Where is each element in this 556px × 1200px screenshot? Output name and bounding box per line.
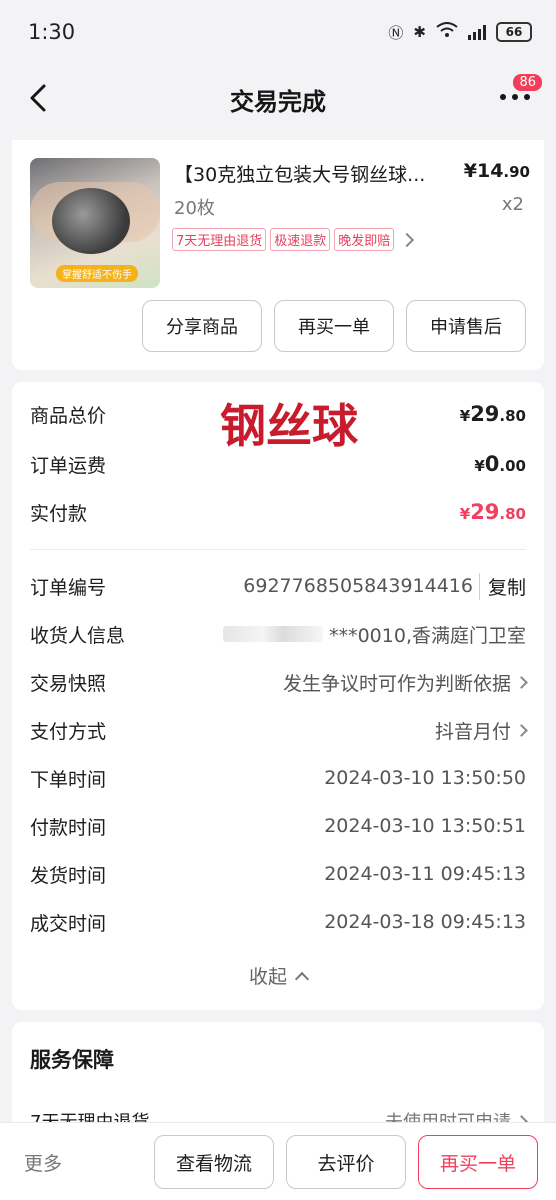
- product-quantity: x2: [501, 194, 524, 215]
- paid-label: 实付款: [30, 502, 88, 525]
- goods-total-value: ¥29.80: [460, 402, 526, 426]
- status-time: 1:30: [28, 20, 76, 44]
- receiver-value: ***0010,香满庭门卫室: [329, 624, 526, 647]
- signal-icon: [468, 24, 486, 40]
- paid-value: ¥29.80: [460, 500, 526, 524]
- payment-value-group: 抖音月付: [434, 717, 528, 744]
- status-icons: Ⓝ ✱ 66: [388, 22, 532, 43]
- chevron-up-icon: [294, 971, 310, 986]
- goods-total-label: 商品总价: [30, 404, 107, 427]
- payment-value: 抖音月付: [434, 720, 511, 743]
- order-number-row: 订单编号 6927768505843914416 复制: [30, 566, 526, 606]
- ship-time-row: 发货时间 2024-03-11 09:45:13: [30, 854, 526, 894]
- chevron-right-icon: [515, 723, 528, 737]
- service-title: 服务保障: [30, 1048, 114, 1072]
- ship-time-value: 2024-03-11 09:45:13: [324, 863, 526, 885]
- currency-symbol: ¥: [474, 457, 485, 475]
- order-number-label: 订单编号: [30, 576, 107, 599]
- product-spec: 20枚: [174, 198, 215, 219]
- chevron-left-icon: [30, 84, 46, 112]
- steel-wool-shape: [52, 188, 130, 254]
- share-product-button[interactable]: 分享商品: [142, 300, 262, 352]
- shipping-label: 订单运费: [30, 454, 107, 477]
- tag-fast-refund: 极速退款: [270, 228, 331, 251]
- product-title[interactable]: 【30克独立包装大号钢丝球...: [174, 160, 454, 187]
- status-bar: 1:30 Ⓝ ✱ 66: [0, 0, 556, 64]
- amount-decimal: .00: [499, 457, 526, 475]
- page-title: 交易完成: [230, 87, 326, 116]
- ship-time-label: 发货时间: [30, 864, 107, 887]
- chevron-right-icon: [400, 232, 415, 247]
- paid-row: 实付款 ¥29.80: [30, 492, 526, 532]
- deal-time-label: 成交时间: [30, 912, 107, 935]
- after-sale-button[interactable]: 申请售后: [406, 300, 526, 352]
- dot-icon: [524, 94, 530, 100]
- order-card: 钢丝球 商品总价 ¥29.80 订单运费 ¥0.00 实付款 ¥29.80 订单…: [12, 382, 544, 1010]
- tag-7day-return: 7天无理由退货: [172, 228, 267, 251]
- wifi-icon: [436, 22, 458, 42]
- bottom-action-bar: 更多 查看物流 去评价 再买一单: [0, 1122, 556, 1200]
- dot-icon: [512, 94, 518, 100]
- service-tags[interactable]: 7天无理由退货 极速退款 晚发即赔: [172, 228, 415, 251]
- snapshot-value-group: 发生争议时可作为判断依据: [282, 669, 528, 696]
- product-image[interactable]: 掌握舒适不伤手: [30, 158, 160, 288]
- product-image-tag: 掌握舒适不伤手: [56, 265, 138, 282]
- product-card: 掌握舒适不伤手 【30克独立包装大号钢丝球... ¥14.90 20枚 x2 7…: [12, 140, 544, 370]
- pay-time-value: 2024-03-10 13:50:51: [324, 815, 526, 837]
- rebuy-primary-button[interactable]: 再买一单: [418, 1135, 538, 1189]
- product-actions: 分享商品 再买一单 申请售后: [142, 300, 526, 352]
- goods-total-row: 商品总价 ¥29.80: [30, 394, 526, 434]
- view-logistics-button[interactable]: 查看物流: [154, 1135, 274, 1189]
- review-button[interactable]: 去评价: [286, 1135, 406, 1189]
- receiver-value-group: ***0010,香满庭门卫室: [223, 621, 526, 648]
- nfc-icon: Ⓝ: [388, 23, 404, 42]
- more-link[interactable]: 更多: [24, 1149, 62, 1176]
- price-decimal: .90: [503, 163, 530, 181]
- pay-time-row: 付款时间 2024-03-10 13:50:51: [30, 806, 526, 846]
- collapse-button[interactable]: 收起: [12, 962, 544, 989]
- amount-integer: 29: [470, 500, 500, 524]
- collapse-label: 收起: [248, 966, 287, 988]
- header: 交易完成 86: [0, 66, 556, 132]
- amount-decimal: .80: [499, 407, 526, 425]
- order-number-value: 6927768505843914416: [243, 575, 473, 597]
- redacted-block: [223, 626, 324, 642]
- amount-integer: 29: [470, 402, 500, 426]
- order-time-label: 下单时间: [30, 768, 107, 791]
- tag-late-compensation: 晚发即赔: [334, 228, 395, 251]
- deal-time-row: 成交时间 2024-03-18 09:45:13: [30, 902, 526, 942]
- amount-integer: 0: [484, 452, 500, 476]
- deal-time-value: 2024-03-18 09:45:13: [324, 911, 526, 933]
- payment-label: 支付方式: [30, 720, 107, 743]
- battery-icon: 66: [496, 22, 532, 42]
- snapshot-value: 发生争议时可作为判断依据: [282, 672, 511, 695]
- currency-symbol: ¥: [459, 407, 471, 425]
- bluetooth-icon: ✱: [413, 23, 426, 41]
- order-time-value: 2024-03-10 13:50:50: [324, 767, 526, 789]
- snapshot-row[interactable]: 交易快照 发生争议时可作为判断依据: [30, 662, 528, 702]
- dot-icon: [500, 94, 506, 100]
- snapshot-label: 交易快照: [30, 672, 107, 695]
- receiver-label: 收货人信息: [30, 624, 126, 647]
- payment-row[interactable]: 支付方式 抖音月付: [30, 710, 528, 750]
- chevron-right-icon: [515, 675, 528, 689]
- amount-decimal: .80: [499, 505, 526, 523]
- price-integer: ¥14: [463, 160, 504, 182]
- notification-badge: 86: [511, 72, 544, 93]
- more-menu-button[interactable]: [500, 94, 530, 104]
- shipping-value: ¥0.00: [474, 452, 526, 476]
- receiver-row[interactable]: 收货人信息 ***0010,香满庭门卫室: [30, 614, 526, 654]
- product-price: ¥14.90: [464, 160, 530, 182]
- pay-time-label: 付款时间: [30, 816, 107, 839]
- copy-button[interactable]: 复制: [478, 572, 526, 600]
- currency-symbol: ¥: [459, 505, 471, 523]
- order-time-row: 下单时间 2024-03-10 13:50:50: [30, 758, 526, 798]
- back-button[interactable]: [22, 80, 58, 116]
- rebuy-button[interactable]: 再买一单: [274, 300, 394, 352]
- divider: [30, 549, 526, 550]
- bottom-actions: 查看物流 去评价 再买一单: [154, 1135, 538, 1189]
- order-number-value-group: 6927768505843914416 复制: [243, 572, 526, 600]
- shipping-row: 订单运费 ¥0.00: [30, 444, 526, 484]
